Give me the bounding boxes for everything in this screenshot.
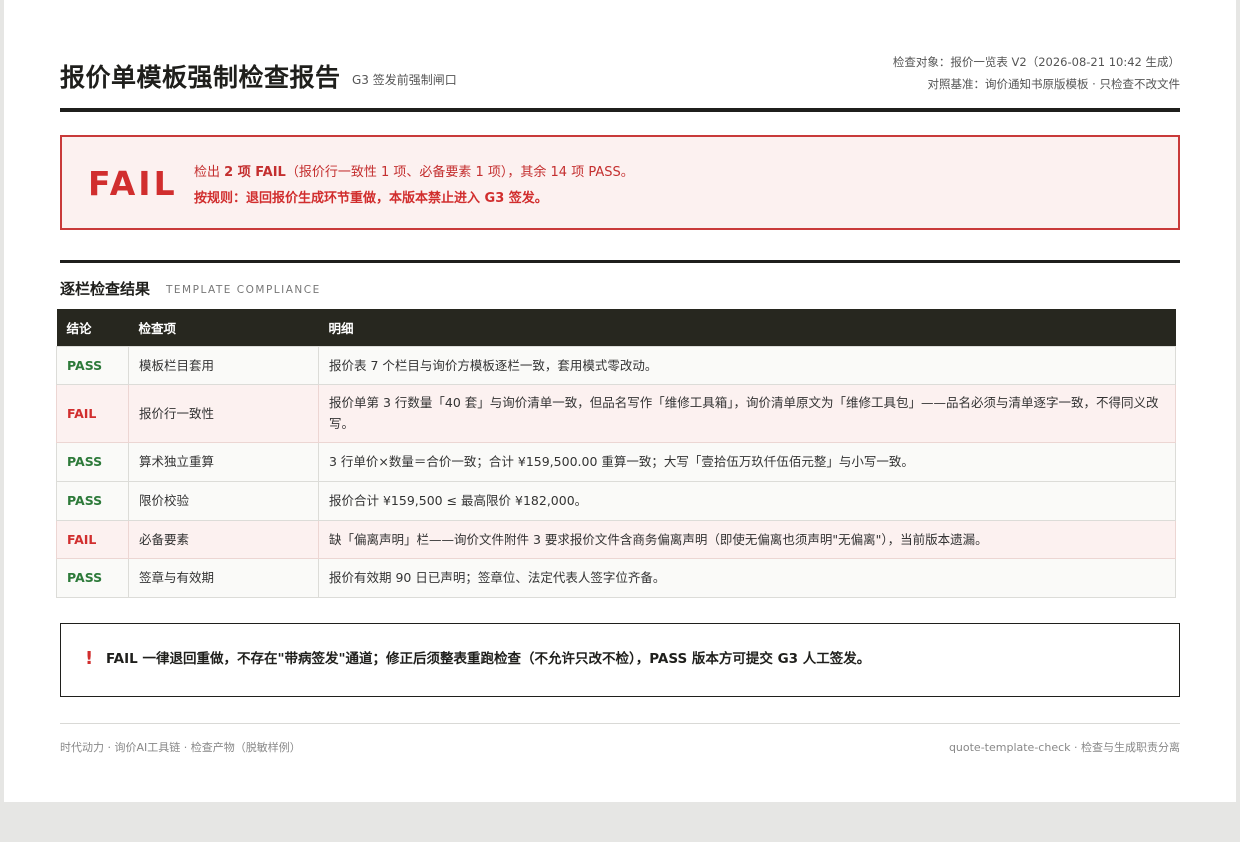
- verdict-summary-rest: （报价行一致性 1 项、必备要素 1 项），其余 14 项 PASS。: [285, 165, 634, 180]
- row-status: PASS: [56, 480, 129, 521]
- report-meta: 检查对象：报价一览表 V2（2026-08-21 10:42 生成） 对照基准：…: [893, 51, 1180, 95]
- row-status: FAIL: [56, 383, 129, 443]
- verdict-banner: FAIL 检出 2 项 FAIL（报价行一致性 1 项、必备要素 1 项），其余…: [60, 135, 1180, 230]
- page-footer: 时代动力 · 询价AI工具链 · 检查产物（脱敏样例） quote-templa…: [60, 723, 1180, 754]
- report-header: 报价单模板强制检查报告 G3 签发前强制闸口 检查对象：报价一览表 V2（202…: [60, 50, 1180, 112]
- row-status: PASS: [56, 557, 129, 598]
- table-header-row: 结论 检查项 明细: [56, 309, 1176, 346]
- verdict-summary-prefix: 检出: [194, 165, 225, 180]
- row-status: FAIL: [56, 519, 129, 559]
- notice-text: FAIL 一律退回重做，不存在"带病签发"通道；修正后须整表重跑检查（不允许只改…: [106, 651, 871, 667]
- row-item: 限价校验: [128, 480, 319, 521]
- results-table: 结论 检查项 明细 PASS 模板栏目套用 报价表 7 个栏目与询价方模板逐栏一…: [56, 309, 1176, 598]
- row-item: 模板栏目套用: [128, 345, 319, 385]
- meta-baseline: 对照基准：询价通知书原版模板 · 只检查不改文件: [927, 77, 1180, 91]
- table-row: PASS 签章与有效期 报价有效期 90 日已声明；签章位、法定代表人签字位齐备…: [56, 557, 1176, 598]
- column-header-item: 检查项: [128, 309, 319, 346]
- table-row: PASS 限价校验 报价合计 ¥159,500 ≤ 最高限价 ¥182,000。: [56, 480, 1176, 521]
- row-detail: 报价合计 ¥159,500 ≤ 最高限价 ¥182,000。: [318, 480, 1176, 521]
- row-item: 报价行一致性: [128, 383, 319, 443]
- row-detail: 3 行单价×数量＝合价一致；合计 ¥159,500.00 重算一致；大写「壹拾伍…: [318, 441, 1176, 482]
- column-header-status: 结论: [56, 309, 129, 346]
- verdict-rule: 按规则：退回报价生成环节重做，本版本禁止进入 G3 签发。: [194, 191, 548, 206]
- verdict-fail-count: 2 项 FAIL: [224, 165, 286, 180]
- row-detail: 报价表 7 个栏目与询价方模板逐栏一致，套用模式零改动。: [318, 345, 1176, 385]
- verdict-summary: 检出 2 项 FAIL（报价行一致性 1 项、必备要素 1 项），其余 14 项…: [194, 161, 634, 180]
- section-title: 逐栏检查结果: [60, 280, 151, 298]
- table-row: FAIL 必备要素 缺「偏离声明」栏——询价文件附件 3 要求报价文件含商务偏离…: [56, 519, 1176, 559]
- table-row: PASS 算术独立重算 3 行单价×数量＝合价一致；合计 ¥159,500.00…: [56, 441, 1176, 482]
- footer-left: 时代动力 · 询价AI工具链 · 检查产物（脱敏样例）: [60, 741, 301, 754]
- row-detail: 缺「偏离声明」栏——询价文件附件 3 要求报价文件含商务偏离声明（即使无偏离也须…: [318, 519, 1176, 559]
- policy-notice: ! FAIL 一律退回重做，不存在"带病签发"通道；修正后须整表重跑检查（不允许…: [60, 623, 1180, 697]
- section-header: 逐栏检查结果 TEMPLATE COMPLIANCE: [60, 260, 1180, 300]
- table-row: FAIL 报价行一致性 报价单第 3 行数量「40 套」与询价清单一致，但品名写…: [56, 383, 1176, 443]
- column-header-detail: 明细: [318, 309, 1176, 346]
- meta-check-target: 检查对象：报价一览表 V2（2026-08-21 10:42 生成）: [892, 55, 1180, 69]
- page-subtitle: G3 签发前强制闸口: [352, 73, 457, 87]
- row-item: 算术独立重算: [128, 441, 319, 482]
- row-item: 签章与有效期: [128, 557, 319, 598]
- row-status: PASS: [56, 441, 129, 482]
- row-detail: 报价有效期 90 日已声明；签章位、法定代表人签字位齐备。: [318, 557, 1176, 598]
- table-row: PASS 模板栏目套用 报价表 7 个栏目与询价方模板逐栏一致，套用模式零改动。: [56, 345, 1176, 385]
- footer-right: quote-template-check · 检查与生成职责分离: [948, 741, 1180, 754]
- warning-icon: !: [85, 648, 94, 669]
- verdict-label: FAIL: [88, 164, 178, 203]
- row-item: 必备要素: [128, 519, 319, 559]
- page-title: 报价单模板强制检查报告: [60, 63, 341, 92]
- section-subtitle: TEMPLATE COMPLIANCE: [166, 284, 321, 296]
- row-detail: 报价单第 3 行数量「40 套」与询价清单一致，但品名写作「维修工具箱」，询价清…: [318, 383, 1176, 443]
- row-status: PASS: [56, 345, 129, 385]
